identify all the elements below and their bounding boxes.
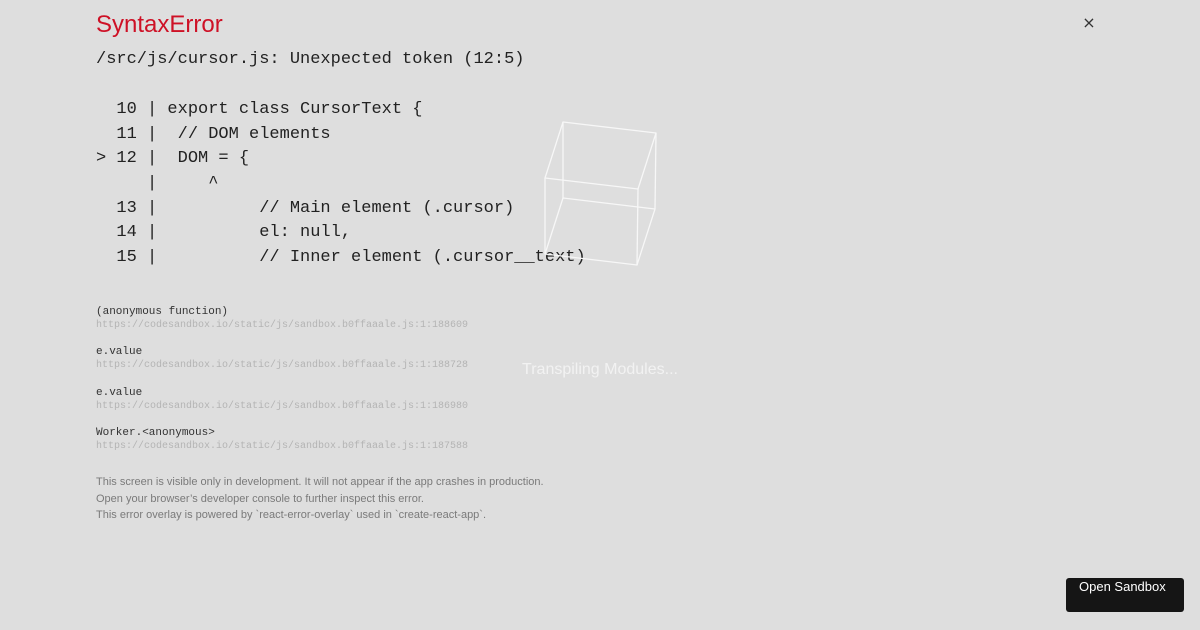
stack-trace: (anonymous function) https://codesandbox… <box>96 305 468 466</box>
cube-icon <box>544 121 657 266</box>
error-overlay: SyntaxError × /src/js/cursor.js: Unexpec… <box>0 0 1200 630</box>
code-line-error: > 12 | DOM = { <box>96 149 250 169</box>
code-line: 13 | // Main element (.cursor) <box>96 198 515 218</box>
stack-frame-location[interactable]: https://codesandbox.io/static/js/sandbox… <box>96 319 468 333</box>
code-frame: 10 | export class CursorText { 11 | // D… <box>96 98 586 271</box>
stack-frame: e.value https://codesandbox.io/static/js… <box>96 386 468 426</box>
footer-notes: This screen is visible only in developme… <box>96 474 544 524</box>
stack-frame: (anonymous function) https://codesandbox… <box>96 305 468 345</box>
close-icon[interactable]: × <box>1079 12 1099 34</box>
code-line: 15 | // Inner element (.cursor__text) <box>96 248 586 268</box>
open-sandbox-button[interactable]: Open Sandbox <box>1066 578 1184 612</box>
stack-frame-function: Worker.<anonymous> <box>96 426 215 439</box>
code-line: 14 | el: null, <box>96 223 352 243</box>
loading-text: Transpiling Modules... <box>522 361 678 378</box>
footer-note: This error overlay is powered by `react-… <box>96 509 487 521</box>
stack-frame-function: e.value <box>96 386 143 399</box>
stack-frame-location[interactable]: https://codesandbox.io/static/js/sandbox… <box>96 440 468 454</box>
stack-frame-location[interactable]: https://codesandbox.io/static/js/sandbox… <box>96 359 468 373</box>
stack-frame: Worker.<anonymous> https://codesandbox.i… <box>96 426 468 466</box>
stack-frame: e.value https://codesandbox.io/static/js… <box>96 345 468 385</box>
stack-frame-location[interactable]: https://codesandbox.io/static/js/sandbox… <box>96 400 468 414</box>
error-message: /src/js/cursor.js: Unexpected token (12:… <box>96 50 525 69</box>
code-line: 10 | export class CursorText { <box>96 100 423 119</box>
footer-note: Open your browser’s developer console to… <box>96 492 424 505</box>
code-line-caret: | ^ <box>96 174 219 194</box>
stack-frame-function: e.value <box>96 346 143 359</box>
code-line: 11 | // DOM elements <box>96 124 331 144</box>
stack-frame-function: (anonymous function) <box>96 306 229 318</box>
error-title: SyntaxError <box>96 11 223 38</box>
footer-note: This screen is visible only in developme… <box>96 476 544 488</box>
